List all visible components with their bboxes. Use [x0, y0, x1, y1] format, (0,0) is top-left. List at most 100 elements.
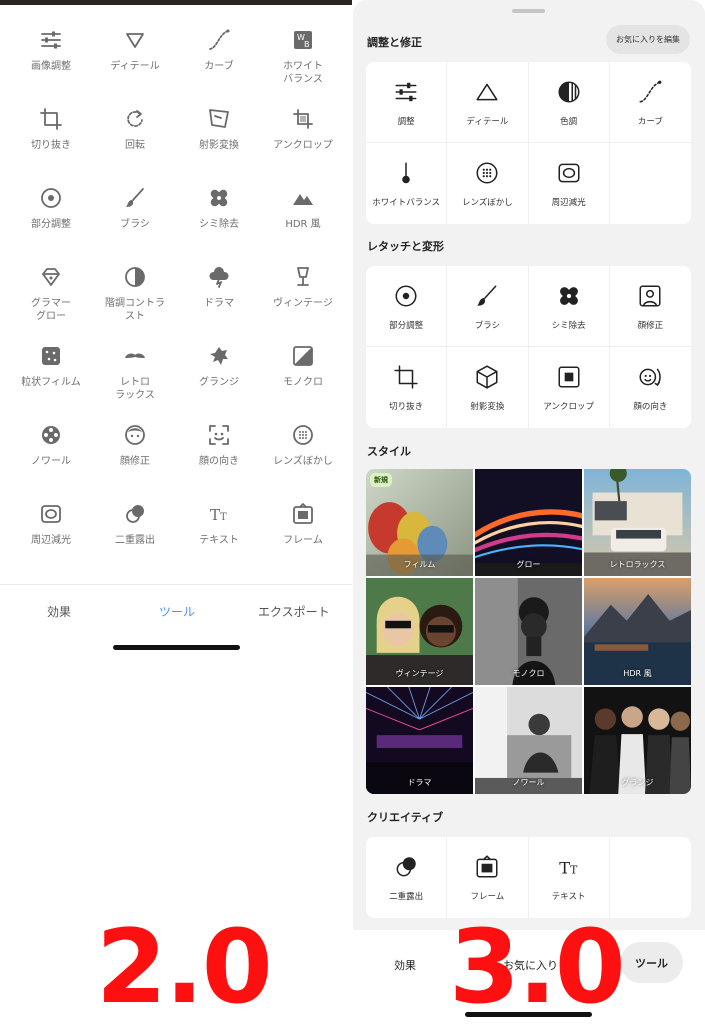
tool-cell[interactable]: フレーム: [447, 837, 529, 918]
tool-item[interactable]: ヴィンテージ: [261, 265, 345, 344]
contrast-icon: [123, 265, 147, 289]
tool-item[interactable]: 階調コントラ スト: [93, 265, 177, 344]
tools-panel-v3: 調整と修正 お気に入りを編集 調整 ディテール 色調 カーブ ホワイトバランス レンズぼか…: [353, 0, 705, 1024]
empty-cell: [610, 837, 691, 918]
tool-cell[interactable]: 切り抜き: [366, 347, 448, 428]
bandage-icon: [207, 186, 231, 210]
bandage-icon: [556, 283, 582, 309]
tab-export[interactable]: エクスポート: [258, 603, 330, 620]
tool-cell[interactable]: シミ除去: [528, 266, 610, 347]
text-icon: TT: [556, 854, 582, 880]
tab-tools[interactable]: ツール: [159, 603, 195, 620]
tool-item[interactable]: シミ除去: [177, 186, 261, 265]
style-thumbnail[interactable]: グランジ: [584, 687, 691, 794]
tool-label: シミ除去: [199, 219, 239, 230]
tool-cell[interactable]: 二重露出: [366, 837, 448, 918]
film-reel-icon: [39, 423, 63, 447]
tool-label: 切り抜き: [389, 402, 424, 412]
tool-cell[interactable]: レンズぼかし: [447, 143, 529, 224]
style-label: ヴィンテージ: [395, 669, 444, 678]
style-thumbnail[interactable]: ドラマ: [366, 687, 473, 794]
tool-label: グラマー グロー: [31, 298, 71, 322]
tool-item[interactable]: 粒状フィルム: [9, 344, 93, 423]
tool-label: 部分調整: [31, 219, 71, 230]
tool-item[interactable]: グラマー グロー: [9, 265, 93, 344]
tool-label: 粒状フィルム: [21, 377, 81, 388]
tool-item[interactable]: 部分調整: [9, 186, 93, 265]
tool-item[interactable]: HDR 風: [261, 186, 345, 265]
style-thumbnail[interactable]: ノワール: [475, 687, 582, 794]
tool-item[interactable]: モノクロ: [261, 344, 345, 423]
tool-cell[interactable]: ホワイトバランス: [366, 143, 448, 224]
tool-cell[interactable]: 顔修正: [609, 266, 691, 347]
tool-item[interactable]: 回転: [93, 107, 177, 186]
style-thumbnail[interactable]: HDR 風: [584, 578, 691, 685]
tool-item[interactable]: 周辺減光: [9, 502, 93, 581]
tool-item[interactable]: 二重露出: [93, 502, 177, 581]
tool-cell[interactable]: カーブ: [609, 62, 691, 143]
tool-cell[interactable]: ブラシ: [447, 266, 529, 347]
style-grid: 新規 フィルム グローレトロラックスヴィンテージ モノクロ HDR 風ドラマ ノワールグラ…: [366, 469, 691, 794]
sheet-handle[interactable]: [512, 9, 545, 13]
style-thumbnail[interactable]: ヴィンテージ: [366, 578, 473, 685]
style-thumbnail[interactable]: レトロラックス: [584, 469, 691, 576]
tool-item[interactable]: レトロ ラックス: [93, 344, 177, 423]
tool-item[interactable]: アンクロップ: [261, 107, 345, 186]
tool-label: ヴィンテージ: [273, 298, 333, 309]
tool-item[interactable]: ディテール: [93, 28, 177, 107]
tool-label: ブラシ: [474, 321, 501, 331]
style-thumbnail[interactable]: 新規 フィルム: [366, 469, 473, 576]
thermometer-icon: [393, 160, 419, 186]
tool-label: 調整: [397, 117, 415, 127]
style-label: レトロラックス: [609, 560, 666, 569]
tool-cell[interactable]: ディテール: [447, 62, 529, 143]
portrait-icon: [637, 283, 663, 309]
style-thumbnail[interactable]: グロー: [475, 469, 582, 576]
tool-cell[interactable]: 調整: [366, 62, 448, 143]
double-exposure-icon: [123, 502, 147, 526]
tool-cell[interactable]: 色調: [528, 62, 610, 143]
tool-cell[interactable]: 射影変換: [447, 347, 529, 428]
color-tone-icon: [556, 79, 582, 105]
uncrop-icon: [556, 364, 582, 390]
tool-item[interactable]: レンズぼかし: [261, 423, 345, 502]
tool-item[interactable]: フレーム: [261, 502, 345, 581]
tool-item[interactable]: ドラマ: [177, 265, 261, 344]
sliders-icon: [393, 79, 419, 105]
tool-item[interactable]: 顔の向き: [177, 423, 261, 502]
tool-item[interactable]: グランジ: [177, 344, 261, 423]
tool-item[interactable]: ノワール: [9, 423, 93, 502]
tool-cell[interactable]: T T テキスト: [529, 837, 610, 918]
mustache-icon: [123, 344, 147, 368]
tool-label: 射影変換: [470, 402, 505, 412]
face-icon: [123, 423, 147, 447]
tool-item[interactable]: ブラシ: [93, 186, 177, 265]
tab-effects-v3[interactable]: 効果: [394, 957, 416, 973]
tool-item[interactable]: 画像調整: [9, 28, 93, 107]
tool-item[interactable]: 射影変換: [177, 107, 261, 186]
tab-effects[interactable]: 効果: [47, 603, 71, 620]
white-balance-icon: WB: [291, 28, 315, 52]
edit-favorites-button[interactable]: お気に入りを編集: [606, 25, 690, 54]
tool-cell[interactable]: 部分調整: [366, 266, 448, 347]
tool-label: 画像調整: [31, 61, 71, 72]
tool-label: テキスト: [551, 892, 586, 902]
tool-item[interactable]: T T テキスト: [177, 502, 261, 581]
tool-label: グランジ: [199, 377, 239, 388]
tool-label: 切り抜き: [31, 140, 71, 151]
tool-item[interactable]: カーブ: [177, 28, 261, 107]
tool-cell[interactable]: 周辺減光: [529, 143, 610, 224]
tool-cell[interactable]: 顔の向き: [610, 347, 691, 428]
tool-cell[interactable]: アンクロップ: [529, 347, 610, 428]
cloud-icon: [207, 265, 231, 289]
tab-tools-v3[interactable]: ツール: [620, 942, 683, 983]
style-label: グランジ: [621, 778, 654, 787]
divider: [0, 584, 352, 585]
tool-label: ノワール: [31, 456, 71, 467]
style-thumbnail[interactable]: モノクロ: [475, 578, 582, 685]
tool-item[interactable]: W B ホワイト バランス: [261, 28, 345, 107]
triangle-icon: [474, 79, 500, 105]
tool-item[interactable]: 切り抜き: [9, 107, 93, 186]
curve-icon: [207, 28, 231, 52]
tool-item[interactable]: 顔修正: [93, 423, 177, 502]
